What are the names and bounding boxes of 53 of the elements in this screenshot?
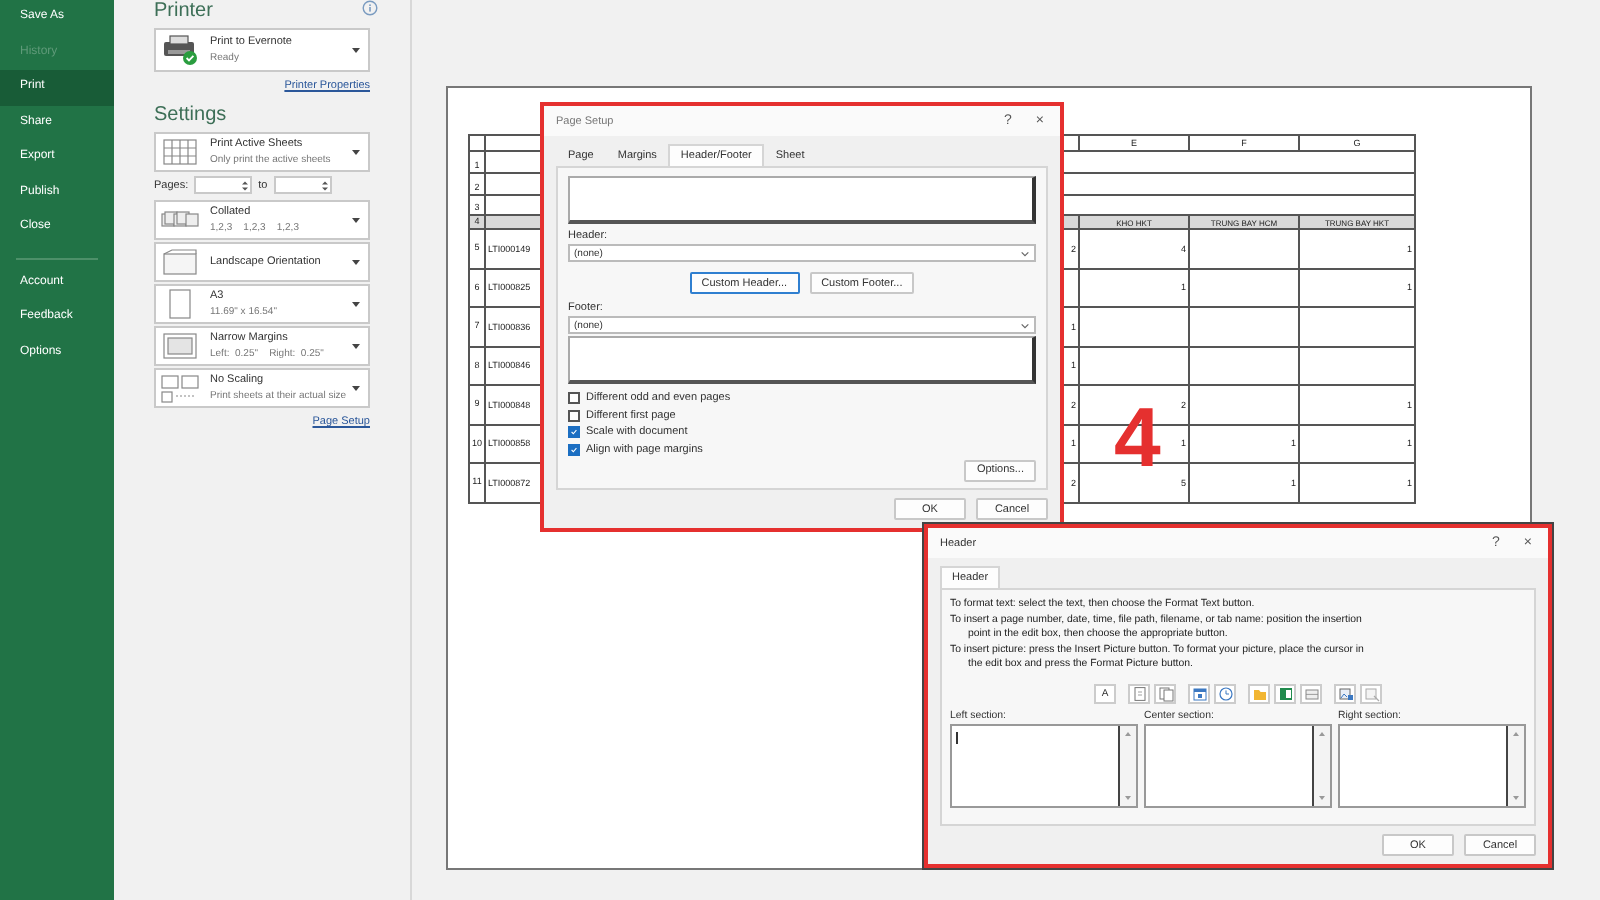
caret-icon [352, 385, 360, 391]
caret-icon [352, 149, 360, 155]
scrollbar[interactable] [1312, 725, 1330, 805]
checkbox[interactable] [568, 426, 580, 438]
toolbar-button[interactable] [1300, 683, 1322, 703]
scrollbar[interactable] [1506, 725, 1524, 805]
checkbox[interactable] [568, 409, 580, 421]
picture-icon [1337, 685, 1353, 701]
table-cell [1080, 347, 1190, 386]
page-icon [1131, 685, 1147, 701]
table-cell [1190, 230, 1300, 269]
spreadsheet-icon [1277, 685, 1293, 701]
caret-icon [352, 301, 360, 307]
table-cell [1190, 386, 1300, 425]
landscape-icon [160, 246, 200, 278]
table-cell [1190, 347, 1300, 386]
table-cell [1300, 347, 1416, 386]
caret-icon [352, 47, 360, 53]
printer-icon [160, 34, 200, 66]
toolbar-button[interactable] [1274, 683, 1296, 703]
caret-icon [352, 259, 360, 265]
checkbox[interactable] [568, 392, 580, 404]
table-cell [1080, 308, 1190, 347]
chevron-icon [1020, 249, 1030, 257]
toolbar-button[interactable] [1214, 683, 1236, 703]
table-cell [1190, 269, 1300, 308]
caret-icon [352, 217, 360, 223]
scaling-icon [160, 372, 200, 404]
toolbar-button[interactable] [1334, 683, 1356, 703]
caret-icon [352, 343, 360, 349]
toolbar-button[interactable] [1188, 683, 1210, 703]
folder-icon [1251, 685, 1267, 701]
pages-icon [1157, 685, 1173, 701]
info-icon[interactable] [362, 0, 378, 16]
page-from-field[interactable] [194, 176, 253, 194]
toolbar-button[interactable] [1128, 683, 1150, 703]
margins-icon [160, 330, 200, 362]
spinner-arrows-icon [242, 179, 249, 191]
sheets-icon [160, 136, 200, 168]
picture-format-icon [1363, 685, 1379, 701]
printer-heading: Printer [154, 0, 213, 24]
page-to-field[interactable] [273, 176, 332, 194]
scrollbar[interactable] [1118, 725, 1136, 805]
table-cell [1300, 308, 1416, 347]
checkbox[interactable] [568, 443, 580, 455]
chevron-icon [1020, 321, 1030, 329]
sheet-tab-icon [1303, 685, 1319, 701]
clock-icon [1217, 685, 1233, 701]
toolbar-button[interactable] [1154, 683, 1176, 703]
calendar-icon [1191, 685, 1207, 701]
spinner-arrows-icon [321, 179, 328, 191]
table-cell [1190, 308, 1300, 347]
settings-heading: Settings [154, 104, 229, 128]
